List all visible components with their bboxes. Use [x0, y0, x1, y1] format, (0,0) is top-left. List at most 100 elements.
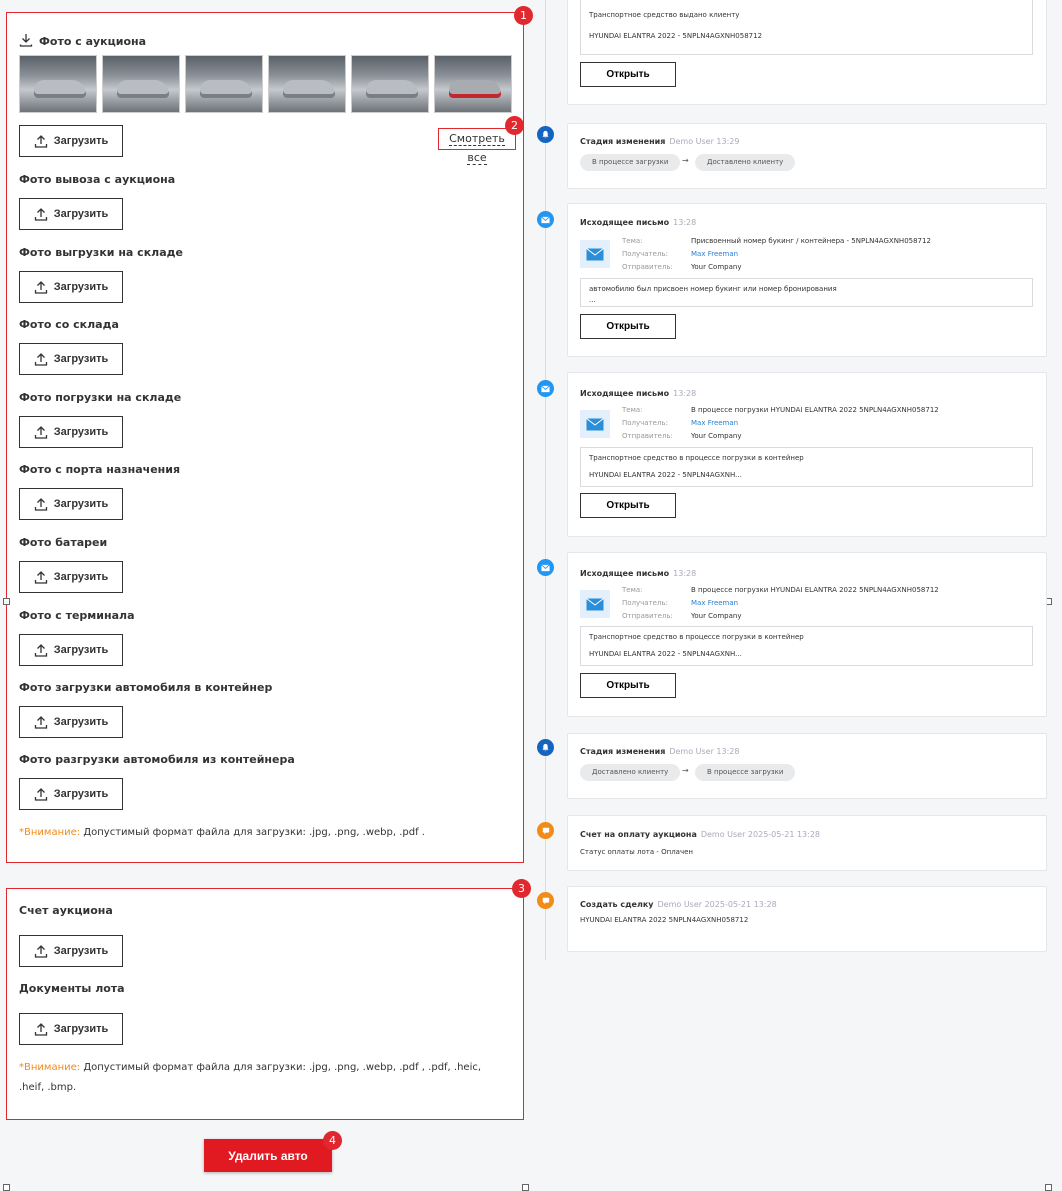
recipient-label: Получатель:	[622, 250, 668, 258]
upload-button[interactable]: Загрузить	[19, 778, 123, 810]
card-header: Стадия изменения Demo User 13:29	[580, 137, 740, 146]
message-line: Транспортное средство выдано клиенту	[589, 11, 740, 19]
mail-icon	[537, 211, 554, 228]
see-all-link[interactable]: Смотреть все	[438, 128, 516, 165]
recipient-link[interactable]: Max Freeman	[691, 419, 738, 427]
warning-label: *Внимание:	[19, 1062, 81, 1073]
bell-icon	[537, 126, 554, 143]
card-title: Стадия изменения	[580, 747, 666, 756]
resize-handle[interactable]	[522, 1184, 529, 1191]
upload-label: Загрузить	[53, 426, 109, 438]
invoice-card: Счет на оплату аукциона Demo User 2025-05…	[567, 815, 1047, 871]
sender-label: Отправитель:	[622, 612, 673, 620]
upload-button[interactable]: Загрузить	[19, 488, 123, 520]
upload-icon	[34, 571, 47, 584]
warning-text: Допустимый формат файла для загрузки: .j…	[83, 827, 425, 838]
upload-button[interactable]: Загрузить	[19, 634, 123, 666]
card-meta: 13:28	[673, 389, 697, 398]
stage-from-pill: В процессе загрузки	[580, 154, 681, 171]
upload-icon	[34, 498, 47, 511]
deal-card: Создать сделку Demo User 2025-05-21 13:28…	[567, 886, 1047, 952]
card-title: Стадия изменения	[580, 137, 666, 146]
subject-label: Тема:	[622, 586, 643, 594]
upload-icon	[34, 716, 47, 729]
card-meta: Demo User 2025-05-21 13:28	[700, 830, 821, 839]
photo-thumbnail[interactable]	[434, 55, 512, 113]
photo-thumbnail[interactable]	[102, 55, 180, 113]
photo-thumbnail[interactable]	[185, 55, 263, 113]
annotation-badge: 4	[323, 1131, 342, 1150]
upload-label: Загрузить	[53, 281, 109, 293]
upload-icon	[34, 788, 47, 801]
mail-icon	[537, 559, 554, 576]
upload-icon	[34, 353, 47, 366]
upload-label: Загрузить	[53, 716, 109, 728]
message-body: Транспортное средство выдано клиенту HYU…	[580, 0, 1033, 55]
card-header: Счет на оплату аукциона Demo User 2025-05…	[580, 830, 820, 839]
card-header: Исходящее письмо 13:28	[580, 389, 696, 398]
warning-text: Допустимый формат файла для загрузки: .j…	[19, 1062, 482, 1093]
upload-icon	[34, 281, 47, 294]
outgoing-email-card: Исходящее письмо 13:28 Тема: Присвоенный …	[567, 203, 1047, 357]
subject-value: В процессе погрузки HYUNDAI ELANTRA 2022…	[691, 586, 939, 594]
card-meta: 13:28	[673, 569, 697, 578]
photo-thumbnail[interactable]	[19, 55, 97, 113]
upload-button[interactable]: Загрузить	[19, 271, 123, 303]
subject-value: В процессе погрузки HYUNDAI ELANTRA 2022…	[691, 406, 939, 414]
upload-button[interactable]: Загрузить	[19, 198, 123, 230]
stage-to-pill: Доставлено клиенту	[695, 154, 796, 171]
recipient-link[interactable]: Max Freeman	[691, 599, 738, 607]
auction-photo-thumbnails	[19, 55, 512, 113]
open-button[interactable]: Открыть	[580, 62, 676, 87]
open-button[interactable]: Открыть	[580, 493, 676, 518]
upload-label: Загрузить	[53, 571, 109, 583]
upload-button[interactable]: Загрузить	[19, 416, 123, 448]
upload-icon	[34, 644, 47, 657]
resize-handle[interactable]	[3, 598, 10, 605]
message-body: автомобилю был присвоен номер букинг или…	[580, 278, 1033, 307]
photo-thumbnail[interactable]	[268, 55, 346, 113]
sender-value: Your Company	[691, 612, 742, 620]
card-meta: 13:28	[673, 218, 697, 227]
card-meta: Demo User 13:29	[669, 137, 740, 146]
deal-text: HYUNDAI ELANTRA 2022 5NPLN4AGXNH058712	[580, 916, 749, 924]
bell-icon	[537, 739, 554, 756]
sender-label: Отправитель:	[622, 263, 673, 271]
open-button[interactable]: Открыть	[580, 314, 676, 339]
upload-button[interactable]: Загрузить	[19, 125, 123, 157]
comment-icon	[537, 892, 554, 909]
delete-car-button[interactable]: Удалить авто	[204, 1139, 332, 1172]
message-body: Транспортное средство в процессе погрузк…	[580, 447, 1033, 487]
section-title: Счет аукциона	[19, 904, 113, 917]
envelope-icon	[580, 590, 610, 618]
file-format-warning: *Внимание: Допустимый формат файла для з…	[19, 823, 509, 843]
section-title: Фото разгрузки автомобиля из контейнера	[19, 753, 295, 766]
section-title: Фото с терминала	[19, 609, 135, 622]
photos-panel: Фото с аукциона Загрузить Смотреть все 2…	[6, 12, 524, 863]
upload-button[interactable]: Загрузить	[19, 561, 123, 593]
photo-thumbnail[interactable]	[351, 55, 429, 113]
message-body: Транспортное средство в процессе погрузк…	[580, 626, 1033, 666]
left-column: Фото с аукциона Загрузить Смотреть все 2…	[0, 0, 533, 1189]
upload-label: Загрузить	[53, 945, 109, 957]
card-meta: Demo User 2025-05-21 13:28	[657, 900, 777, 909]
download-icon[interactable]	[19, 33, 33, 50]
open-button[interactable]: Открыть	[580, 673, 676, 698]
message-line: Транспортное средство в процессе погрузк…	[589, 633, 804, 641]
upload-button[interactable]: Загрузить	[19, 935, 123, 967]
upload-button[interactable]: Загрузить	[19, 1013, 123, 1045]
subject-label: Тема:	[622, 237, 643, 245]
timeline-card: Транспортное средство выдано клиенту HYU…	[567, 0, 1047, 105]
auction-photos-header: Фото с аукциона	[19, 33, 146, 50]
upload-icon	[34, 1023, 47, 1036]
recipient-link[interactable]: Max Freeman	[691, 250, 738, 258]
upload-button[interactable]: Загрузить	[19, 706, 123, 738]
envelope-icon	[580, 240, 610, 268]
resize-handle[interactable]	[3, 1184, 10, 1191]
resize-handle[interactable]	[1045, 1184, 1052, 1191]
upload-button[interactable]: Загрузить	[19, 343, 123, 375]
upload-label: Загрузить	[53, 498, 109, 510]
card-title: Исходящее письмо	[580, 389, 670, 398]
annotation-badge: 2	[505, 116, 524, 135]
envelope-icon	[580, 410, 610, 438]
